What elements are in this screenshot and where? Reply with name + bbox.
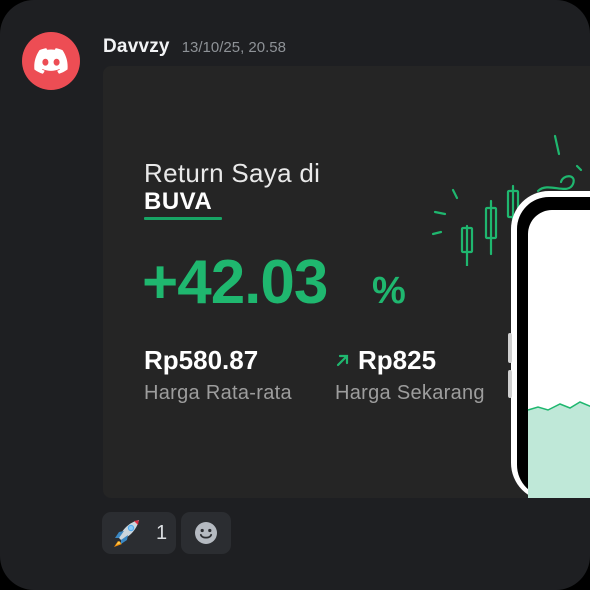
image-attachment[interactable]: Return Saya di BUVA +42.03 % Rp580.87 Ha… [103, 66, 590, 498]
current-price-label: Harga Sekarang [335, 382, 485, 404]
phone-illustration [508, 191, 590, 498]
ticker-underline [144, 217, 222, 220]
discord-message-screenshot: Davvzy 13/10/25, 20.58 Return Saya di BU… [0, 0, 590, 590]
reaction-count: 1 [156, 521, 168, 544]
rocket-emoji-icon [114, 520, 139, 547]
stock-ticker: BUVA [144, 188, 213, 215]
avatar[interactable] [22, 32, 80, 90]
card-title: Return Saya di [144, 158, 321, 188]
average-price-value: Rp580.87 [144, 345, 259, 375]
add-reaction-icon [195, 522, 217, 544]
message-header: Davvzy 13/10/25, 20.58 [103, 36, 286, 58]
average-price-label: Harga Rata-rata [144, 382, 292, 404]
return-percentage: +42.03 [142, 248, 328, 317]
timestamp: 13/10/25, 20.58 [181, 39, 286, 56]
discord-logo-icon [34, 48, 68, 74]
username[interactable]: Davvzy [103, 36, 170, 58]
add-reaction-button[interactable] [181, 512, 231, 554]
return-percent-sign: % [372, 270, 406, 312]
current-price-value: Rp825 [358, 345, 437, 375]
arrow-up-right-icon [336, 354, 349, 367]
reaction-rocket[interactable]: 1 [102, 512, 176, 554]
